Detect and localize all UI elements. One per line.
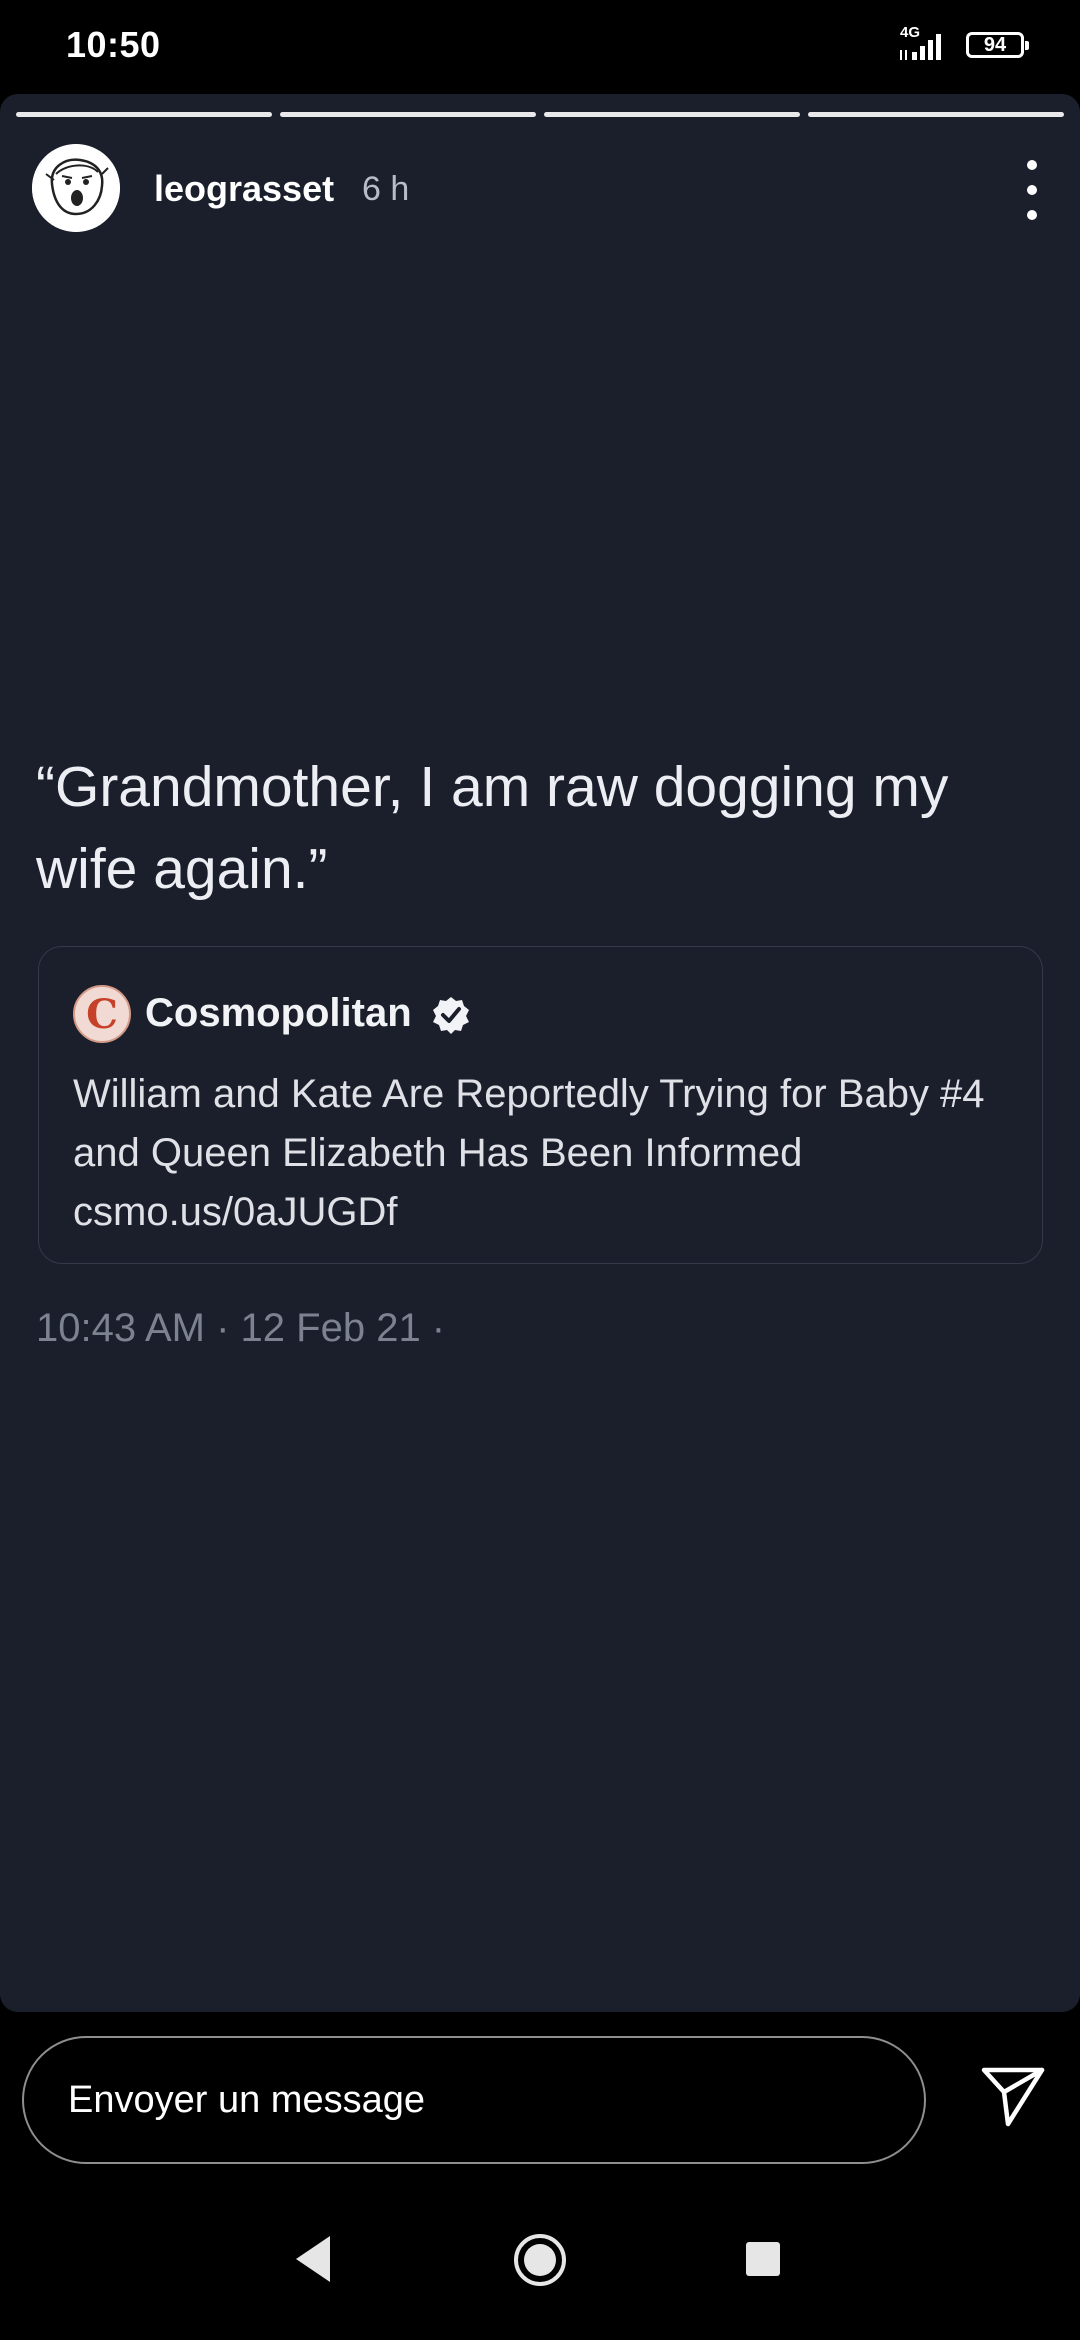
status-bar: 10:50 4G 94 xyxy=(0,0,1080,92)
home-icon[interactable] xyxy=(512,2232,568,2288)
message-input[interactable]: Envoyer un message xyxy=(22,2036,926,2164)
progress-segment xyxy=(16,112,272,117)
network-type: 4G xyxy=(900,24,921,41)
verified-badge-icon xyxy=(433,997,469,1034)
message-input-placeholder: Envoyer un message xyxy=(68,2078,425,2121)
quoted-source-name: Cosmopolitan xyxy=(145,991,412,1035)
tweet-timestamp: 10:43 AM · 12 Feb 21 · xyxy=(36,1306,446,1350)
recent-apps-icon[interactable] xyxy=(746,2242,780,2276)
tweet-text: “Grandmother, I am raw dogging my wife a… xyxy=(36,755,949,901)
system-nav-bar xyxy=(0,2186,1080,2340)
quoted-tweet-text: William and Kate Are Reportedly Trying f… xyxy=(73,1072,985,1234)
back-icon[interactable] xyxy=(290,2232,336,2286)
status-time: 10:50 xyxy=(66,24,161,65)
reply-bar: Envoyer un message xyxy=(0,2016,1080,2186)
status-indicators: 4G 94 xyxy=(896,24,1029,64)
send-icon[interactable] xyxy=(978,2060,1048,2130)
battery-level: 94 xyxy=(983,33,1007,56)
network-signal-icon: 4G xyxy=(896,24,952,64)
story-viewer[interactable]: leograsset 6 h “Grandmother, I am raw do… xyxy=(0,94,1080,2012)
story-header: leograsset 6 h xyxy=(32,144,1052,236)
avatar-icon[interactable] xyxy=(32,144,120,232)
story-time-ago: 6 h xyxy=(362,170,410,208)
cosmopolitan-logo: C xyxy=(73,985,131,1043)
story-username[interactable]: leograsset xyxy=(154,168,334,210)
progress-segment xyxy=(280,112,536,117)
quoted-tweet-card: C Cosmopolitan William and Kate Are Repo… xyxy=(38,946,1043,1264)
story-progress xyxy=(16,112,1064,117)
battery-icon: 94 xyxy=(966,32,1029,58)
more-options-icon[interactable] xyxy=(1012,160,1052,220)
progress-segment xyxy=(808,112,1064,117)
progress-segment xyxy=(544,112,800,117)
